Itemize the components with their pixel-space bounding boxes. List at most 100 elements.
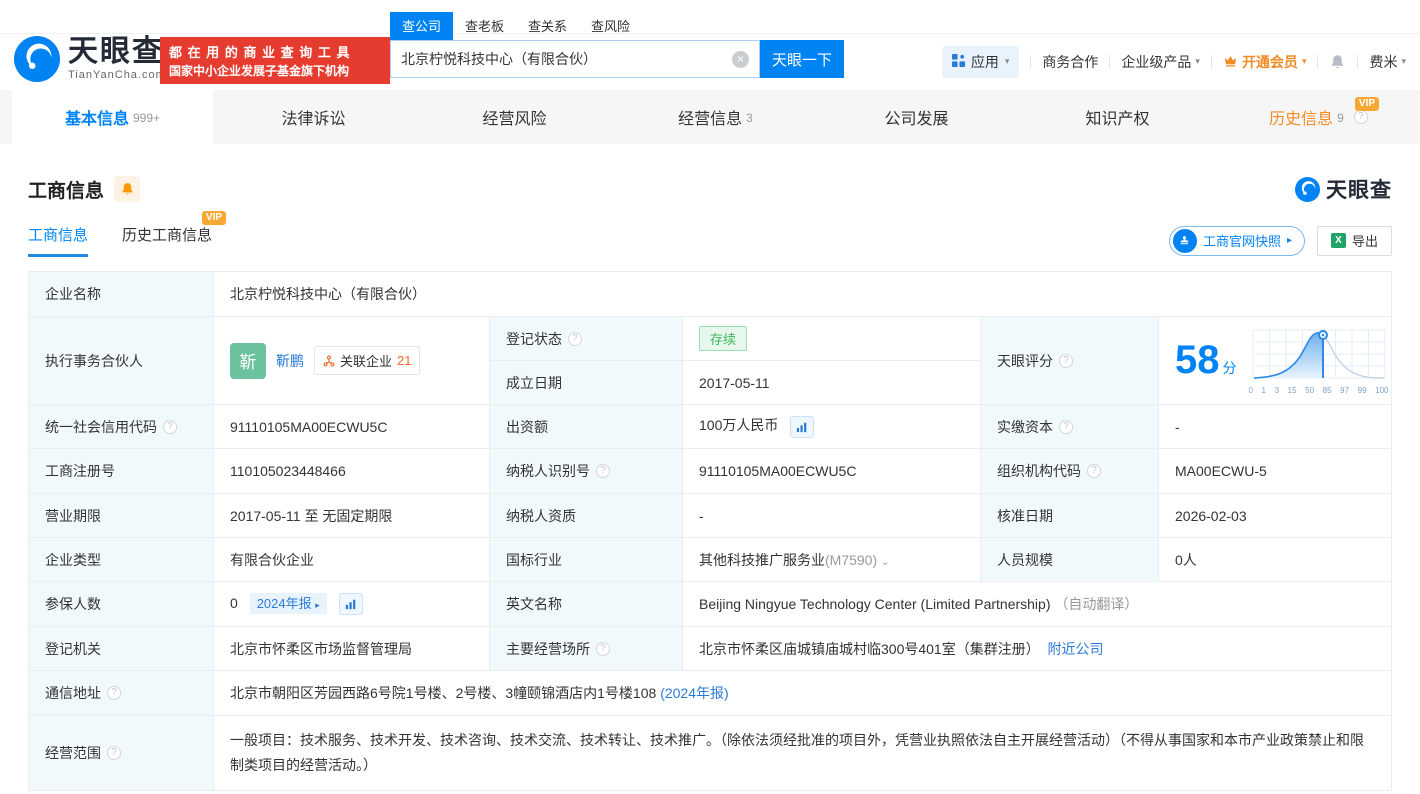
- establish-date-label: 成立日期: [490, 361, 683, 405]
- reg-status-value: 存续: [683, 317, 981, 361]
- score-label: 天眼评分?: [981, 317, 1159, 405]
- help-icon[interactable]: ?: [1059, 420, 1073, 434]
- score-cell: 58分: [1159, 317, 1392, 405]
- taxpayer-id-value: 91110105MA00ECWU5C: [683, 449, 981, 494]
- partner-cell: 靳 靳鹏 关联企业 21: [214, 317, 490, 405]
- industry-label: 国标行业: [490, 538, 683, 582]
- taxpayer-quality-value: -: [683, 494, 981, 538]
- credit-code-value: 91110105MA00ECWU5C: [214, 405, 490, 449]
- main-content: 工商信息 天眼查 工商信息 VIP 历史工商信息: [0, 174, 1420, 791]
- tab-business-info[interactable]: 经营信息 3: [615, 90, 816, 144]
- score-value: 58分: [1175, 338, 1237, 383]
- tab-business-risk[interactable]: 经营风险: [414, 90, 615, 144]
- nearby-companies-link[interactable]: 附近公司: [1048, 641, 1104, 657]
- search-tab-relation[interactable]: 查关系: [516, 12, 579, 40]
- tab-history-info[interactable]: VIP 历史信息 9 ?: [1218, 90, 1419, 144]
- paid-capital-value: -: [1159, 405, 1392, 449]
- search-row: × 天眼一下: [390, 40, 844, 78]
- related-companies-badge[interactable]: 关联企业 21: [314, 346, 420, 375]
- help-icon[interactable]: ?: [1059, 354, 1073, 368]
- nav-user[interactable]: 费米 ▾: [1369, 52, 1406, 72]
- watermark-text: 天眼查: [1326, 174, 1392, 204]
- insured-label: 参保人数: [29, 582, 214, 627]
- snapshot-button[interactable]: 工商官网快照 ▸: [1169, 226, 1305, 256]
- help-icon[interactable]: ?: [1354, 110, 1368, 124]
- nav-apps[interactable]: 应用 ▾: [942, 46, 1020, 78]
- insured-trend-icon[interactable]: [339, 593, 363, 615]
- export-button[interactable]: X 导出: [1317, 226, 1392, 256]
- logo-title: 天眼查: [68, 37, 166, 67]
- tab-intellectual-property[interactable]: 知识产权: [1017, 90, 1218, 144]
- partner-label: 执行事务合伙人: [29, 317, 214, 405]
- notification-bell-icon[interactable]: [1329, 53, 1346, 71]
- stamp-icon: [1173, 229, 1197, 253]
- subtab-row: 工商信息 VIP 历史工商信息 工商官网快照 ▸ X 导出: [28, 224, 1392, 257]
- excel-icon: X: [1331, 233, 1346, 248]
- watermark-logo: 天眼查: [1295, 174, 1392, 204]
- tianyancha-logo[interactable]: 天眼查 TianYanCha.com: [14, 36, 166, 82]
- help-icon[interactable]: ?: [596, 642, 610, 656]
- chevron-down-icon: ▾: [1401, 56, 1406, 67]
- capital-value: 100万人民币: [683, 405, 981, 449]
- watermark-logo-icon: [1295, 177, 1320, 202]
- search-button[interactable]: 天眼一下: [760, 40, 844, 78]
- help-icon[interactable]: ?: [107, 746, 121, 760]
- top-nav: 应用 ▾ 商务合作 企业级产品 ▾ 开通会员 ▾: [942, 33, 1406, 90]
- chevron-down-icon[interactable]: ⌄: [881, 557, 889, 568]
- reg-authority-value: 北京市怀柔区市场监督管理局: [214, 627, 490, 671]
- credit-code-label: 统一社会信用代码?: [29, 405, 214, 449]
- slogan-line2: 国家中小企业发展子基金旗下机构: [169, 62, 381, 79]
- search-tab-boss[interactable]: 查老板: [453, 12, 516, 40]
- subtab-business-info[interactable]: 工商信息: [28, 224, 88, 257]
- tab-legal-litigation[interactable]: 法律诉讼: [213, 90, 414, 144]
- taxpayer-quality-label: 纳税人资质: [490, 494, 683, 538]
- taxpayer-id-label: 纳税人识别号?: [490, 449, 683, 494]
- approval-date-label: 核准日期: [981, 494, 1159, 538]
- search-input[interactable]: [401, 51, 732, 67]
- site-header: 天眼查 TianYanCha.com 都 在 用 的 商 业 查 询 工 具 国…: [0, 0, 1420, 90]
- org-code-label: 组织机构代码?: [981, 449, 1159, 494]
- clear-icon[interactable]: ×: [732, 51, 749, 68]
- business-place-value: 北京市怀柔区庙城镇庙城村临300号401室（集群注册） 附近公司: [683, 627, 1392, 671]
- english-name-value: Beijing Ningyue Technology Center (Limit…: [683, 582, 1392, 627]
- establish-date-value: 2017-05-11: [683, 361, 981, 405]
- crown-icon: [1223, 53, 1238, 71]
- chevron-down-icon: ▾: [1195, 56, 1200, 67]
- search-tab-risk[interactable]: 查风险: [579, 12, 642, 40]
- paid-capital-label: 实缴资本?: [981, 405, 1159, 449]
- monitor-bell-icon[interactable]: [114, 176, 140, 202]
- table-row: 通信地址? 北京市朝阳区芳园西路6号院1号楼、2号楼、3幢颐锦酒店内1号楼108…: [29, 671, 1392, 716]
- table-row: 统一社会信用代码? 91110105MA00ECWU5C 出资额 100万人民币…: [29, 405, 1392, 449]
- search-tab-company[interactable]: 查公司: [390, 12, 453, 40]
- business-scope-value: 一般项目：技术服务、技术开发、技术咨询、技术交流、技术转让、技术推广。（除依法须…: [214, 716, 1392, 791]
- search-box: ×: [390, 40, 760, 78]
- nav-enterprise[interactable]: 企业级产品 ▾: [1121, 52, 1200, 72]
- help-icon[interactable]: ?: [163, 420, 177, 434]
- mailing-address-label: 通信地址?: [29, 671, 214, 716]
- english-name-label: 英文名称: [490, 582, 683, 627]
- section-title: 工商信息: [28, 176, 104, 203]
- company-type-label: 企业类型: [29, 538, 214, 582]
- help-icon[interactable]: ?: [568, 332, 582, 346]
- tab-basic-info[interactable]: 基本信息 999+: [12, 90, 213, 144]
- capital-trend-icon[interactable]: [790, 416, 814, 438]
- partner-name-link[interactable]: 靳鹏: [276, 351, 304, 371]
- annual-report-link[interactable]: (2024年报): [660, 685, 728, 701]
- chevron-down-icon: ▾: [1005, 56, 1010, 67]
- business-scope-label: 经营范围?: [29, 716, 214, 791]
- help-icon[interactable]: ?: [596, 464, 610, 478]
- annual-report-badge[interactable]: 2024年报 ▸: [250, 593, 327, 614]
- tab-company-development[interactable]: 公司发展: [816, 90, 1017, 144]
- staff-size-label: 人员规模: [981, 538, 1159, 582]
- help-icon[interactable]: ?: [107, 686, 121, 700]
- nav-vip-upgrade[interactable]: 开通会员 ▾: [1223, 52, 1307, 72]
- help-icon[interactable]: ?: [1087, 464, 1101, 478]
- approval-date-value: 2026-02-03: [1159, 494, 1392, 538]
- table-row: 企业类型 有限合伙企业 国标行业 其他科技推广服务业(M7590)⌄ 人员规模 …: [29, 538, 1392, 582]
- org-chart-icon: [323, 355, 335, 367]
- status-badge: 存续: [699, 326, 747, 351]
- table-row: 参保人数 0 2024年报 ▸ 英文名称 Beijing Ningyue Tec…: [29, 582, 1392, 627]
- subtab-history-business-info[interactable]: VIP 历史工商信息: [122, 224, 212, 257]
- search-area: 查公司 查老板 查关系 查风险 × 天眼一下: [390, 14, 844, 78]
- nav-cooperation[interactable]: 商务合作: [1042, 52, 1098, 72]
